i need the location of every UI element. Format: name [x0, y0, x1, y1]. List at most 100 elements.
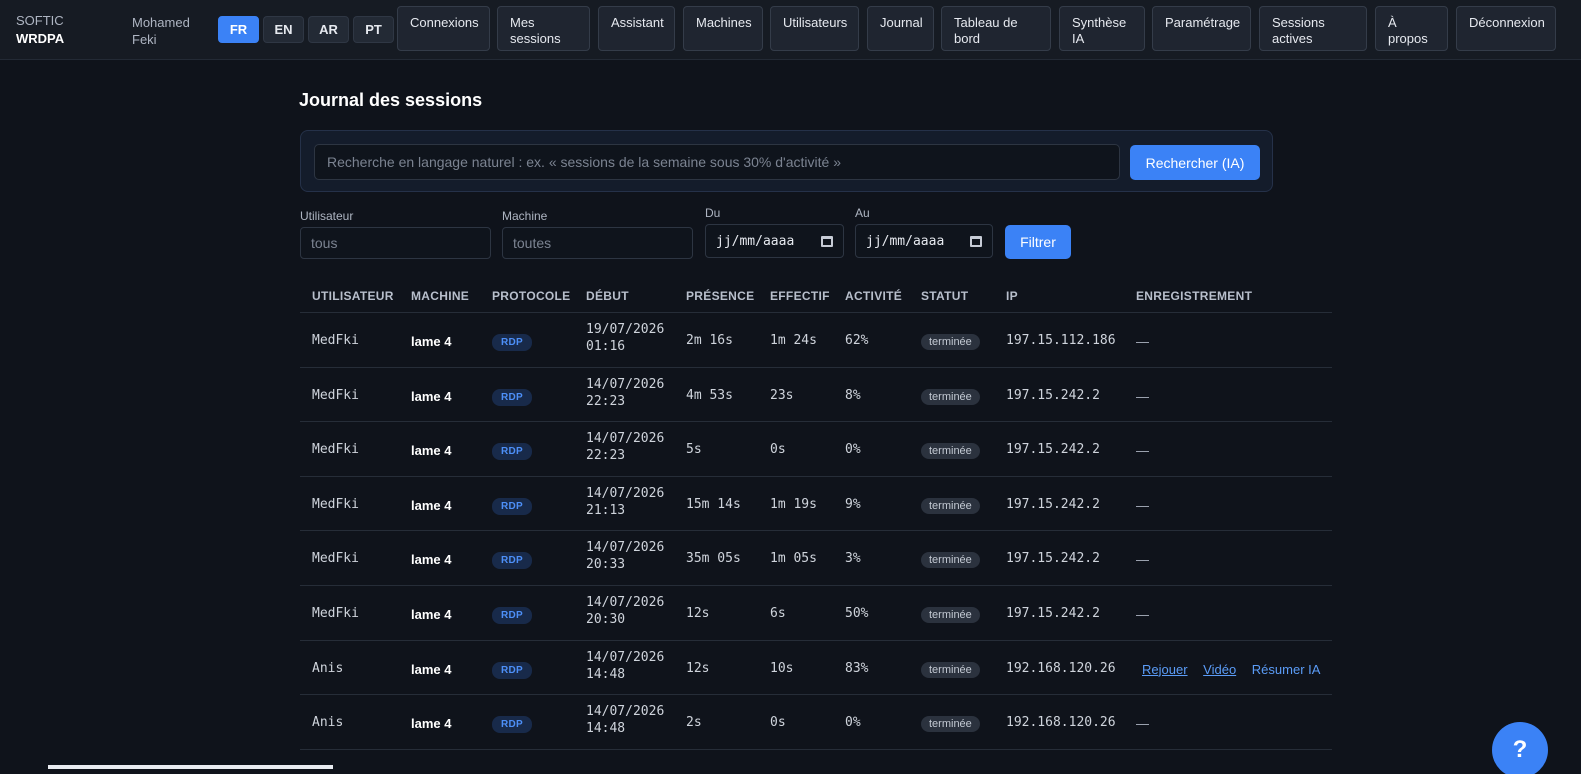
table-row: Anis lame 4 RDP 14/07/2026 14:48 2s 0s 0%… [300, 695, 1332, 750]
cell-user: MedFki [312, 387, 359, 403]
replay-link[interactable]: Rejouer [1142, 662, 1188, 677]
ai-summary-link[interactable]: Résumer IA [1252, 662, 1321, 677]
cell-recording: Rejouer Vidéo Résumer IA [1142, 662, 1320, 677]
calendar-icon[interactable] [970, 236, 982, 247]
cell-recording: — [1136, 716, 1149, 732]
column-header-activity: ACTIVITÉ [845, 289, 903, 303]
cell-status: terminée [921, 442, 980, 460]
filter-button[interactable]: Filtrer [1005, 225, 1071, 259]
protocol-badge: RDP [492, 661, 533, 679]
start-time: 14:48 [586, 666, 626, 682]
start-time: 22:23 [586, 448, 626, 464]
cell-activity: 8% [845, 387, 861, 403]
nav-journal[interactable]: Journal [867, 6, 934, 51]
filter-machine-input[interactable] [502, 227, 693, 259]
horizontal-scrollbar[interactable] [48, 765, 333, 769]
ai-search-input[interactable] [314, 144, 1120, 180]
cell-machine: lame 4 [411, 334, 452, 349]
nav-mes-sessions[interactable]: Mes sessions [497, 6, 590, 51]
filter-machine-label: Machine [502, 209, 548, 223]
cell-presence: 4m 53s [686, 387, 733, 403]
table-row: MedFki lame 4 RDP 14/07/2026 20:33 35m 05… [300, 531, 1332, 586]
column-header-effective: EFFECTIF [770, 289, 830, 303]
nav-tableau-de-bord[interactable]: Tableau de bord [941, 6, 1051, 51]
cell-start: 14/07/2026 14:48 [586, 703, 664, 737]
nav-synthese-ia[interactable]: Synthèse IA [1059, 6, 1145, 51]
start-date: 19/07/2026 [586, 322, 665, 337]
cell-ip: 197.15.242.2 [1006, 442, 1100, 458]
start-time: 20:30 [586, 611, 626, 627]
nav-utilisateurs[interactable]: Utilisateurs [770, 6, 859, 51]
column-header-machine: MACHINE [411, 289, 470, 303]
cell-presence: 15m 14s [686, 496, 741, 512]
cell-status: terminée [921, 551, 980, 569]
filter-to-label: Au [855, 206, 870, 220]
cell-protocol: RDP [492, 661, 533, 679]
cell-protocol: RDP [492, 606, 533, 624]
nav-a-propos[interactable]: À propos [1375, 6, 1448, 51]
nav-connexions[interactable]: Connexions [397, 6, 490, 51]
cell-presence: 12s [686, 605, 710, 621]
protocol-badge: RDP [492, 388, 533, 406]
table-row: MedFki lame 4 RDP 14/07/2026 22:23 4m 53s… [300, 368, 1332, 423]
cell-machine: lame 4 [411, 606, 452, 622]
lang-button-ar[interactable]: AR [308, 16, 349, 43]
cell-effective: 23s [770, 387, 794, 403]
video-link[interactable]: Vidéo [1203, 662, 1236, 677]
cell-start: 14/07/2026 14:48 [586, 649, 664, 683]
cell-user: MedFki [312, 333, 359, 348]
sessions-table: UTILISATEUR MACHINE PROTOCOLE DÉBUT PRÉS… [300, 278, 1332, 750]
cell-status: terminée [921, 606, 980, 623]
column-header-presence: PRÉSENCE [686, 289, 755, 303]
cell-status: terminée [921, 388, 980, 405]
cell-machine: lame 4 [411, 497, 452, 513]
protocol-badge: RDP [492, 443, 533, 461]
cell-ip: 197.15.242.2 [1006, 387, 1100, 403]
cell-activity: 0% [845, 442, 861, 458]
lang-button-en[interactable]: EN [263, 16, 304, 43]
column-header-user: UTILISATEUR [312, 289, 394, 303]
cell-recording: — [1136, 552, 1149, 568]
calendar-icon[interactable] [821, 236, 833, 247]
lang-button-pt[interactable]: PT [353, 16, 394, 43]
start-date: 14/07/2026 [586, 704, 665, 720]
table-row: MedFki lame 4 RDP 14/07/2026 20:30 12s 6s… [300, 586, 1332, 641]
filter-from-label: Du [705, 206, 721, 220]
page-title: Journal des sessions [299, 90, 483, 110]
nav-machines[interactable]: Machines [683, 6, 763, 51]
table-header: UTILISATEUR MACHINE PROTOCOLE DÉBUT PRÉS… [300, 278, 1332, 313]
cell-machine: lame 4 [411, 388, 452, 404]
start-date: 14/07/2026 [586, 540, 665, 556]
lang-button-fr[interactable]: FR [218, 16, 259, 43]
filter-user-input[interactable] [300, 227, 491, 259]
column-header-protocol: PROTOCOLE [492, 289, 571, 303]
status-badge: terminée [921, 443, 980, 460]
filter-from-date[interactable]: jj/mm/aaaa [705, 224, 844, 258]
table-row: MedFki lame 4 RDP 14/07/2026 22:23 5s 0s … [300, 422, 1332, 477]
cell-user: MedFki [312, 551, 359, 567]
cell-effective: 0s [770, 442, 786, 458]
column-header-recording: ENREGISTREMENT [1136, 289, 1253, 303]
nav-deconnexion[interactable]: Déconnexion [1456, 6, 1556, 51]
cell-activity: 0% [845, 715, 861, 731]
cell-ip: 197.15.242.2 [1006, 551, 1100, 567]
nav-assistant[interactable]: Assistant [598, 6, 675, 51]
top-navigation-bar: SOFTIC WRDPA Mohamed Feki FR EN AR PT Co… [0, 0, 1581, 60]
start-time: 22:23 [586, 393, 626, 409]
table-row: Anis lame 4 RDP 14/07/2026 14:48 12s 10s … [300, 641, 1332, 696]
cell-effective: 1m 24s [770, 333, 817, 348]
nav-parametrage[interactable]: Paramétrage [1152, 6, 1251, 51]
help-button[interactable]: ? [1492, 722, 1548, 774]
cell-status: terminée [921, 333, 980, 350]
status-badge: terminée [921, 334, 980, 350]
cell-ip: 192.168.120.26 [1006, 715, 1116, 731]
cell-start: 14/07/2026 20:33 [586, 539, 664, 573]
filter-to-date[interactable]: jj/mm/aaaa [855, 224, 993, 258]
column-header-ip: IP [1006, 289, 1018, 303]
cell-status: terminée [921, 497, 980, 514]
filter-to-value: jj/mm/aaaa [866, 233, 945, 249]
cell-effective: 6s [770, 605, 786, 621]
ai-search-button[interactable]: Rechercher (IA) [1130, 145, 1260, 180]
nav-sessions-actives[interactable]: Sessions actives [1259, 6, 1367, 51]
cell-presence: 5s [686, 442, 702, 458]
